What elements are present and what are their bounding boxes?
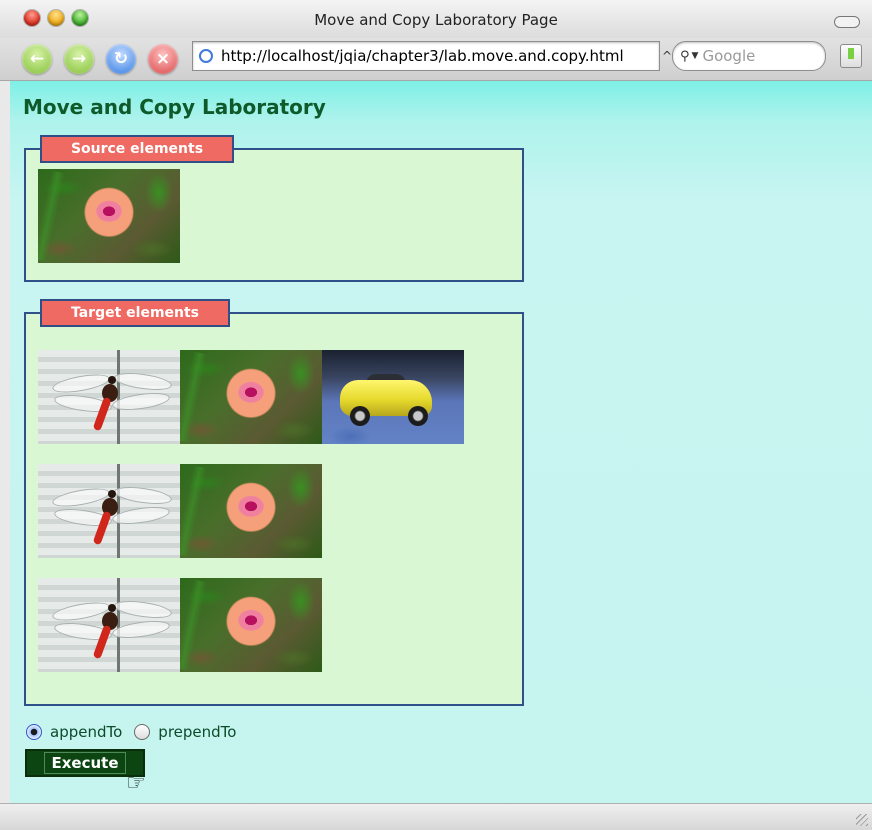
page-title: Move and Copy Laboratory [23,95,326,119]
forward-icon[interactable]: → [64,44,94,74]
status-bar [0,803,872,830]
target-car-image [322,350,464,444]
toolbar-toggle-button[interactable] [834,16,860,28]
append-to-label[interactable]: appendTo [50,723,122,741]
search-icon[interactable]: ⚲ [680,49,690,64]
source-elements-legend: Source elements [40,135,234,163]
page-viewport: Move and Copy Laboratory Source elements… [10,81,872,803]
stop-icon[interactable]: × [148,44,178,74]
target-flower-image [180,578,322,672]
prepend-to-label[interactable]: prependTo [158,723,236,741]
back-icon[interactable]: ← [22,44,52,74]
prepend-to-radio[interactable] [134,724,151,740]
target-dragonfly-image [38,464,180,558]
hand-cursor-icon: ☞ [126,771,146,796]
address-text: http://localhost/jqia/chapter3/lab.move.… [221,47,624,65]
bookmark-icon[interactable] [840,44,862,68]
target-flower-image [180,464,322,558]
window-titlebar: Move and Copy Laboratory Page [0,0,872,38]
append-to-radio[interactable] [26,724,42,740]
target-elements-legend: Target elements [40,299,230,327]
target-dragonfly-image [38,350,180,444]
source-flower-image [38,169,180,263]
target-flower-image [180,350,322,444]
resize-grip-icon[interactable] [856,814,868,826]
url-dropdown-icon[interactable]: ^ [662,49,672,63]
search-field[interactable]: ⚲ ▼ Google [672,41,826,71]
target-dragonfly-image [38,578,180,672]
globe-icon [199,49,213,63]
operation-options: appendTo prependTo [26,723,248,741]
window-title: Move and Copy Laboratory Page [314,11,558,29]
address-bar[interactable]: http://localhost/jqia/chapter3/lab.move.… [192,41,660,71]
execute-button-label: Execute [44,752,126,774]
reload-icon[interactable]: ↻ [106,44,136,74]
search-placeholder: Google [702,47,756,65]
search-engine-dropdown-icon[interactable]: ▼ [692,51,699,61]
